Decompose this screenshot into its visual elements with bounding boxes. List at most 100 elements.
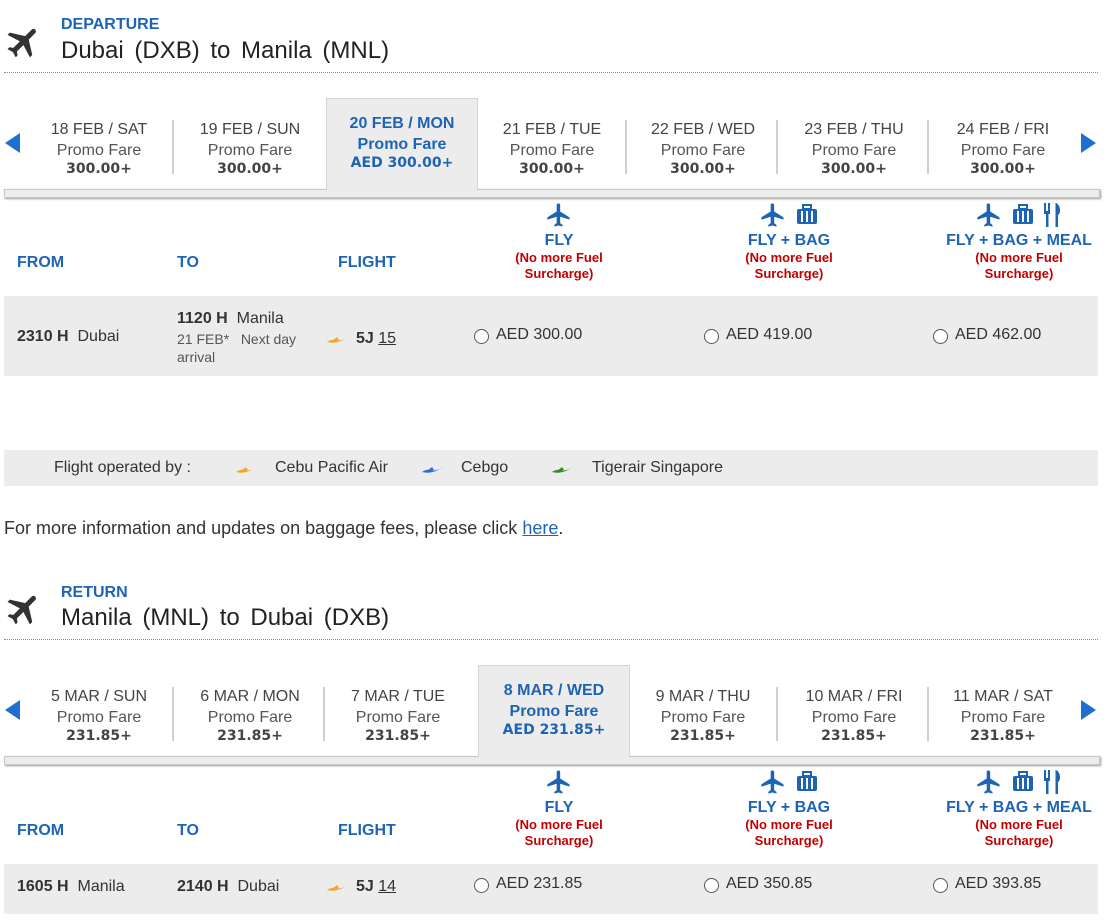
next-dates-arrow[interactable]: [1081, 133, 1096, 153]
fare-radio-fly-bag[interactable]: [704, 329, 719, 344]
date-tab-selected[interactable]: 8 MAR / WED Promo Fare AED 231.85+: [478, 665, 630, 757]
promo-label: Promo Fare: [207, 709, 293, 726]
next-dates-arrow[interactable]: [1081, 700, 1096, 720]
operator-name: Cebu Pacific Air: [275, 459, 388, 476]
promo-label: Promo Fare: [811, 142, 897, 159]
fare-head-fly-bag-meal: FLY + BAG + MEAL (No more Fuel Surcharge…: [932, 200, 1106, 282]
date-tab[interactable]: 11 MAR / SAT Promo Fare 231.85+: [928, 673, 1078, 757]
operators-label: Flight operated by :: [54, 459, 191, 476]
col-to: TO: [177, 254, 199, 271]
fare-radio-fly[interactable]: [474, 878, 489, 893]
operator-name: Cebgo: [461, 459, 509, 476]
arrival-date: 21 FEB* Next day: [177, 331, 296, 347]
date-label: 10 MAR / FRI: [805, 688, 903, 705]
fare-price: AED 462.00: [955, 326, 1042, 343]
fare-price: AED 419.00: [726, 326, 813, 343]
fare-radio-fly-bag-meal[interactable]: [933, 329, 948, 344]
fare-amount: 231.85+: [821, 728, 887, 744]
flight-row: 2310 H Dubai 1120 H Manila 21 FEB* Next …: [4, 296, 1098, 376]
airplane-icon: [7, 595, 36, 625]
fare-type-label: FLY + BAG + MEAL: [946, 799, 1092, 816]
flight-number-link[interactable]: 14: [378, 878, 396, 895]
promo-label: Promo Fare: [56, 142, 142, 159]
carrier-code: 5J: [356, 878, 374, 895]
fare-amount: 300.00+: [670, 161, 736, 177]
info-end: .: [558, 518, 564, 538]
date-tab-selected[interactable]: 20 FEB / MON Promo Fare AED 300.00+: [326, 98, 478, 190]
fare-radio-fly-bag-meal[interactable]: [933, 878, 948, 893]
departure-date-strip: 18 FEB / SAT Promo Fare 300.00+ 19 FEB /…: [0, 98, 1109, 198]
fare-amount: AED 231.85+: [502, 722, 606, 738]
fare-radio-fly-bag[interactable]: [704, 878, 719, 893]
fare-radio-fly[interactable]: [474, 329, 489, 344]
prev-dates-arrow[interactable]: [5, 133, 20, 153]
cebu-pacific-icon: [327, 883, 351, 891]
arrival-info: 2140 H Dubai: [177, 878, 279, 896]
date-label: 6 MAR / MON: [200, 688, 300, 705]
divider: [4, 72, 1098, 73]
fare-head-fly-bag: FLY + BAG (No more Fuel Surcharge): [709, 767, 869, 849]
date-tab[interactable]: 7 MAR / TUE Promo Fare 231.85+: [323, 673, 473, 757]
flight-number[interactable]: 5J 15: [356, 330, 396, 348]
date-tab[interactable]: 9 MAR / THU Promo Fare 231.85+: [628, 673, 778, 757]
promo-label: Promo Fare: [660, 142, 746, 159]
carrier-code: 5J: [356, 330, 374, 347]
date-tab[interactable]: 21 FEB / TUE Promo Fare 300.00+: [477, 106, 627, 190]
date-tab[interactable]: 6 MAR / MON Promo Fare 231.85+: [175, 673, 325, 757]
col-to: TO: [177, 822, 199, 839]
date-tab[interactable]: 23 FEB / THU Promo Fare 300.00+: [779, 106, 929, 190]
date-label: 19 FEB / SUN: [199, 121, 301, 138]
fare-head-fly-bag: FLY + BAG (No more Fuel Surcharge): [709, 200, 869, 282]
arr-city: Dubai: [237, 878, 280, 895]
plane-icon: [547, 203, 570, 227]
fare-price: AED 350.85: [726, 875, 813, 892]
date-tab[interactable]: 24 FEB / FRI Promo Fare 300.00+: [928, 106, 1078, 190]
fare-price: AED 231.85: [496, 875, 583, 892]
fare-amount: 300.00+: [66, 161, 132, 177]
date-label: 21 FEB / TUE: [502, 121, 602, 138]
date-label: 8 MAR / WED: [503, 682, 605, 699]
date-tab[interactable]: 22 FEB / WED Promo Fare 300.00+: [628, 106, 778, 190]
baggage-icon: [1013, 771, 1033, 791]
fare-amount: 231.85+: [970, 728, 1036, 744]
baggage-icon: [1013, 204, 1033, 224]
fare-amount: 300.00+: [970, 161, 1036, 177]
plane-icon: [547, 770, 570, 794]
arr-note-2: arrival: [177, 349, 216, 365]
fare-type-label: FLY + BAG: [747, 799, 831, 816]
date-label: 7 MAR / TUE: [351, 688, 445, 705]
cebgo-icon: [422, 465, 446, 473]
promo-label: Promo Fare: [56, 709, 142, 726]
date-tab[interactable]: 18 FEB / SAT Promo Fare 300.00+: [24, 106, 174, 190]
arr-note: Next day: [240, 331, 297, 347]
col-from: FROM: [17, 254, 65, 271]
arr-date: 21 FEB*: [177, 331, 230, 347]
promo-label: Promo Fare: [960, 709, 1046, 726]
operator-name: Tigerair Singapore: [592, 459, 724, 476]
fare-note: Surcharge): [524, 266, 594, 281]
baggage-fees-link[interactable]: here: [522, 518, 558, 538]
promo-label: Promo Fare: [509, 142, 595, 159]
fare-note: (No more Fuel: [515, 817, 603, 832]
fare-head-fly: FLY (No more Fuel Surcharge): [479, 767, 639, 849]
departure-info: 2310 H Dubai: [17, 328, 119, 346]
date-tab[interactable]: 5 MAR / SUN Promo Fare 231.85+: [24, 673, 174, 757]
arrival-info: 1120 H Manila: [177, 310, 284, 328]
promo-label: Promo Fare: [207, 142, 293, 159]
return-title: Manila (MNL) to Dubai (DXB): [61, 604, 390, 631]
date-label: 5 MAR / SUN: [50, 688, 147, 705]
fare-amount: 231.85+: [365, 728, 431, 744]
col-flight: FLIGHT: [338, 254, 396, 271]
plane-icon: [977, 203, 1000, 227]
flight-number[interactable]: 5J 14: [356, 878, 396, 896]
prev-dates-arrow[interactable]: [5, 700, 20, 720]
fare-amount: 231.85+: [217, 728, 283, 744]
date-label: 11 MAR / SAT: [953, 688, 1053, 705]
col-from: FROM: [17, 822, 65, 839]
flight-number-link[interactable]: 15: [378, 330, 396, 347]
date-label: 20 FEB / MON: [349, 115, 455, 132]
meal-icon: [1044, 770, 1061, 794]
date-strip-bar: [4, 189, 1100, 198]
date-tab[interactable]: 19 FEB / SUN Promo Fare 300.00+: [175, 106, 325, 190]
date-tab[interactable]: 10 MAR / FRI Promo Fare 231.85+: [779, 673, 929, 757]
